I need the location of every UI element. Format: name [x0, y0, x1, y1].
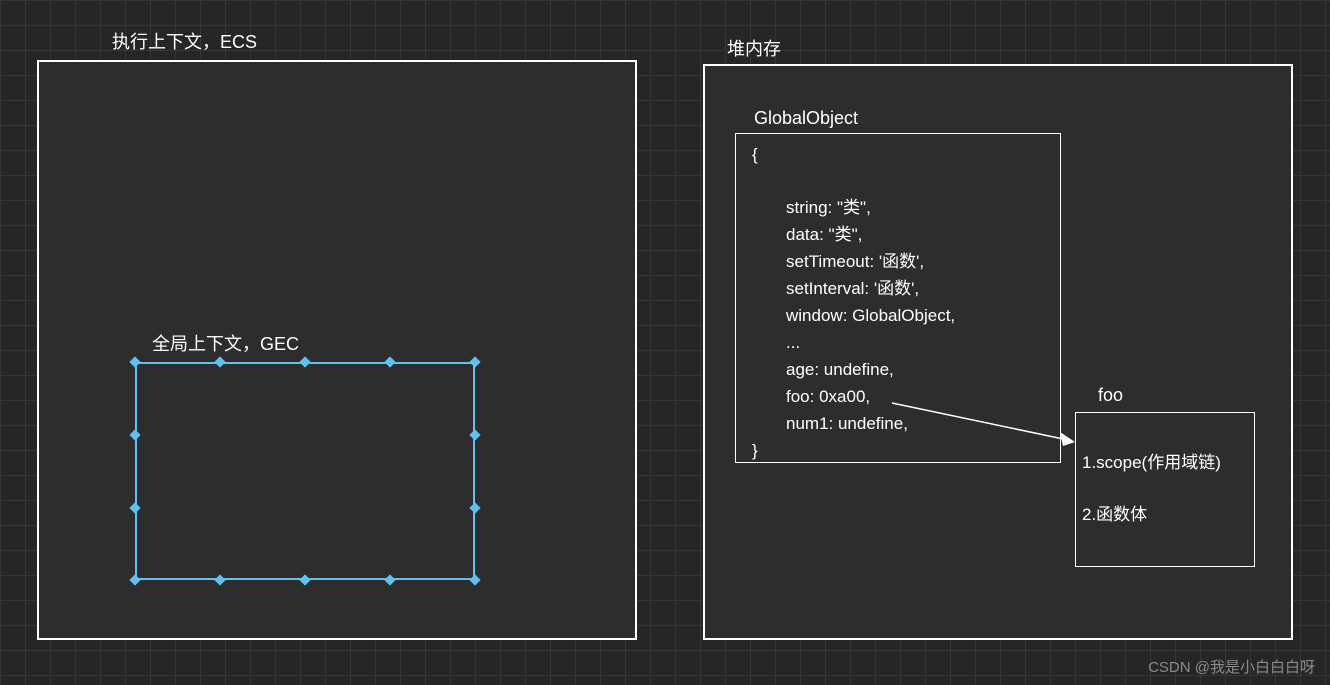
global-object-prop: setTimeout: '函数',	[786, 249, 924, 275]
global-object-prop: ...	[786, 330, 800, 356]
foo-line1: 1.scope(作用域链)	[1082, 450, 1247, 476]
global-object-close: }	[752, 438, 758, 464]
global-object-prop: num1: undefine,	[786, 411, 908, 437]
global-object-prop: setInterval: '函数',	[786, 276, 919, 302]
global-object-open: {	[752, 142, 758, 168]
watermark: CSDN @我是小白白白呀	[1148, 656, 1315, 677]
global-object-prop: foo: 0xa00,	[786, 384, 870, 410]
heap-title: 堆内存	[727, 35, 781, 61]
foo-box	[1075, 412, 1255, 567]
ecs-title: 执行上下文，ECS	[112, 28, 257, 54]
global-object-title: GlobalObject	[754, 108, 858, 129]
global-object-prop: window: GlobalObject,	[786, 303, 955, 329]
foo-line2: 2.函数体	[1082, 502, 1147, 528]
gec-box[interactable]	[135, 362, 475, 580]
foo-title: foo	[1098, 385, 1123, 406]
global-object-prop: age: undefine,	[786, 357, 894, 383]
global-object-prop: string: "类",	[786, 195, 871, 221]
global-object-prop: data: "类",	[786, 222, 862, 248]
gec-title: 全局上下文，GEC	[152, 330, 299, 356]
